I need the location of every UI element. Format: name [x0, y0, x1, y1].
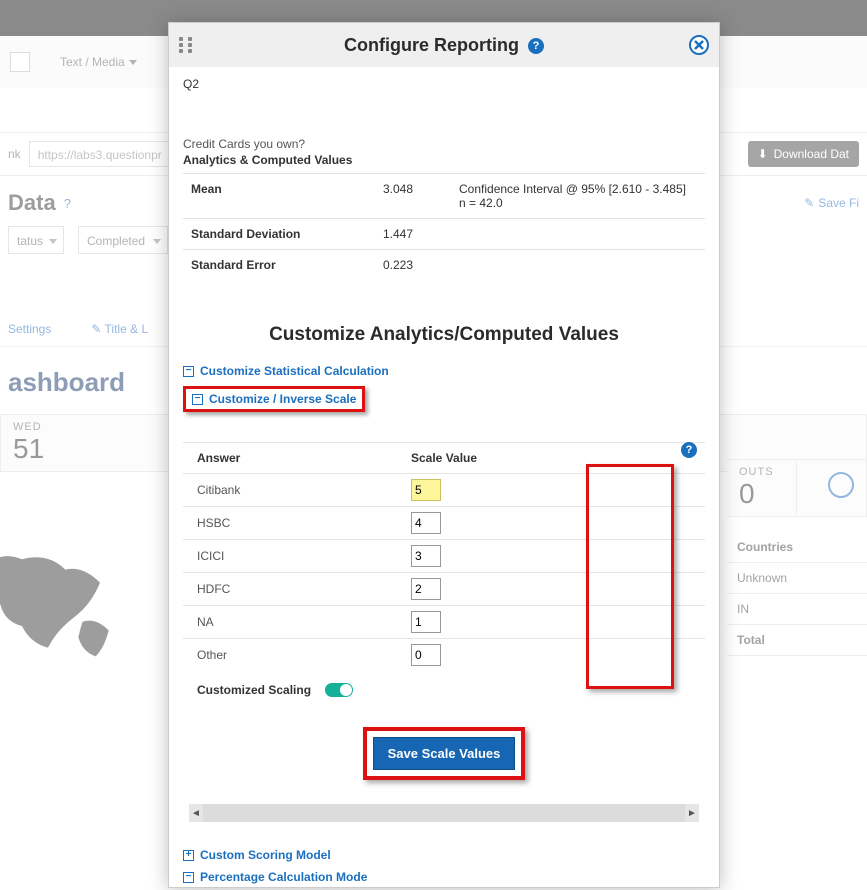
stat-row-sd: Standard Deviation 1.447	[183, 219, 705, 250]
scale-row: ICICI	[183, 539, 705, 572]
configure-reporting-modal: Configure Reporting ? Q2 Credit Cards yo…	[168, 22, 720, 888]
stats-table: Mean 3.048 Confidence Interval @ 95% [2.…	[183, 173, 705, 280]
settings-link[interactable]: Settings	[8, 322, 51, 336]
highlight-box: − Customize / Inverse Scale	[183, 386, 365, 412]
scale-row: HSBC	[183, 506, 705, 539]
help-icon[interactable]: ?	[528, 38, 544, 54]
modal-title: Configure Reporting ?	[169, 35, 719, 56]
link-label: nk	[8, 147, 21, 161]
collapse-icon: −	[183, 366, 194, 377]
customized-scaling-toggle[interactable]	[325, 683, 353, 697]
country-row: Unknown	[727, 563, 867, 594]
scroll-right-icon[interactable]: ►	[685, 804, 699, 822]
scale-value-input[interactable]	[411, 479, 441, 501]
answer-header: Answer	[183, 451, 411, 465]
scale-value-header: Scale Value	[411, 451, 477, 465]
expand-icon: +	[183, 850, 194, 861]
save-scale-values-button[interactable]: Save Scale Values	[373, 737, 516, 770]
country-total: Total	[727, 625, 867, 656]
scale-value-input[interactable]	[411, 611, 441, 633]
stat-row-se: Standard Error 0.223	[183, 250, 705, 280]
title-link[interactable]: ✎ Title & L	[91, 322, 148, 336]
customize-inverse-scale-link[interactable]: − Customize / Inverse Scale	[192, 392, 356, 406]
scale-value-input[interactable]	[411, 545, 441, 567]
text-media-dropdown[interactable]: Text / Media	[60, 55, 137, 69]
text-block-icon	[10, 52, 30, 72]
edit-icon: ✎	[804, 196, 814, 210]
analytics-header: Analytics & Computed Values	[183, 153, 705, 173]
scale-value-input[interactable]	[411, 644, 441, 666]
scroll-left-icon[interactable]: ◄	[189, 804, 203, 822]
save-filter-link[interactable]: ✎ Save Fi	[804, 196, 859, 210]
scale-row: Citibank	[183, 473, 705, 506]
help-icon[interactable]: ?	[64, 196, 71, 211]
customized-scaling-label: Customized Scaling	[197, 683, 311, 697]
help-icon[interactable]: ?	[677, 442, 697, 458]
stat-row-mean: Mean 3.048 Confidence Interval @ 95% [2.…	[183, 174, 705, 219]
answer-label: Other	[183, 648, 411, 662]
url-box[interactable]: https://labs3.questionpr	[29, 141, 169, 167]
custom-scoring-link[interactable]: + Custom Scoring Model	[183, 848, 705, 862]
answer-label: HDFC	[183, 582, 411, 596]
modal-header: Configure Reporting ?	[169, 23, 719, 67]
scale-table: Answer Scale Value Citibank HSBC ICICI HDFC…	[183, 442, 705, 671]
edit-icon: ✎	[91, 322, 101, 336]
answer-label: ICICI	[183, 549, 411, 563]
collapse-icon: −	[183, 872, 194, 883]
question-text: Credit Cards you own?	[183, 137, 705, 151]
scale-row: HDFC	[183, 572, 705, 605]
status-select[interactable]: tatus	[8, 226, 64, 254]
completed-select[interactable]: Completed	[78, 226, 168, 254]
scale-value-input[interactable]	[411, 578, 441, 600]
horizontal-scrollbar[interactable]: ◄ ►	[189, 804, 699, 822]
question-number: Q2	[183, 77, 705, 91]
answer-label: NA	[183, 615, 411, 629]
scale-value-input[interactable]	[411, 512, 441, 534]
countries-header: Countries	[727, 532, 867, 563]
country-row: IN	[727, 594, 867, 625]
percentage-calculation-link[interactable]: − Percentage Calculation Mode	[183, 870, 705, 884]
download-data-button[interactable]: ⬇ Download Dat	[748, 141, 859, 167]
answer-label: HSBC	[183, 516, 411, 530]
scale-row: Other	[183, 638, 705, 671]
collapse-icon: −	[192, 394, 203, 405]
scale-row: NA	[183, 605, 705, 638]
customize-statistical-link[interactable]: − Customize Statistical Calculation	[183, 364, 705, 378]
countries-sidebar: Countries Unknown IN Total	[727, 532, 867, 656]
highlight-box: Save Scale Values	[363, 727, 526, 780]
page-title: Data	[8, 190, 56, 216]
customize-header: Customize Analytics/Computed Values	[183, 324, 705, 346]
download-icon: ⬇	[758, 147, 768, 161]
answer-label: Citibank	[183, 483, 411, 497]
